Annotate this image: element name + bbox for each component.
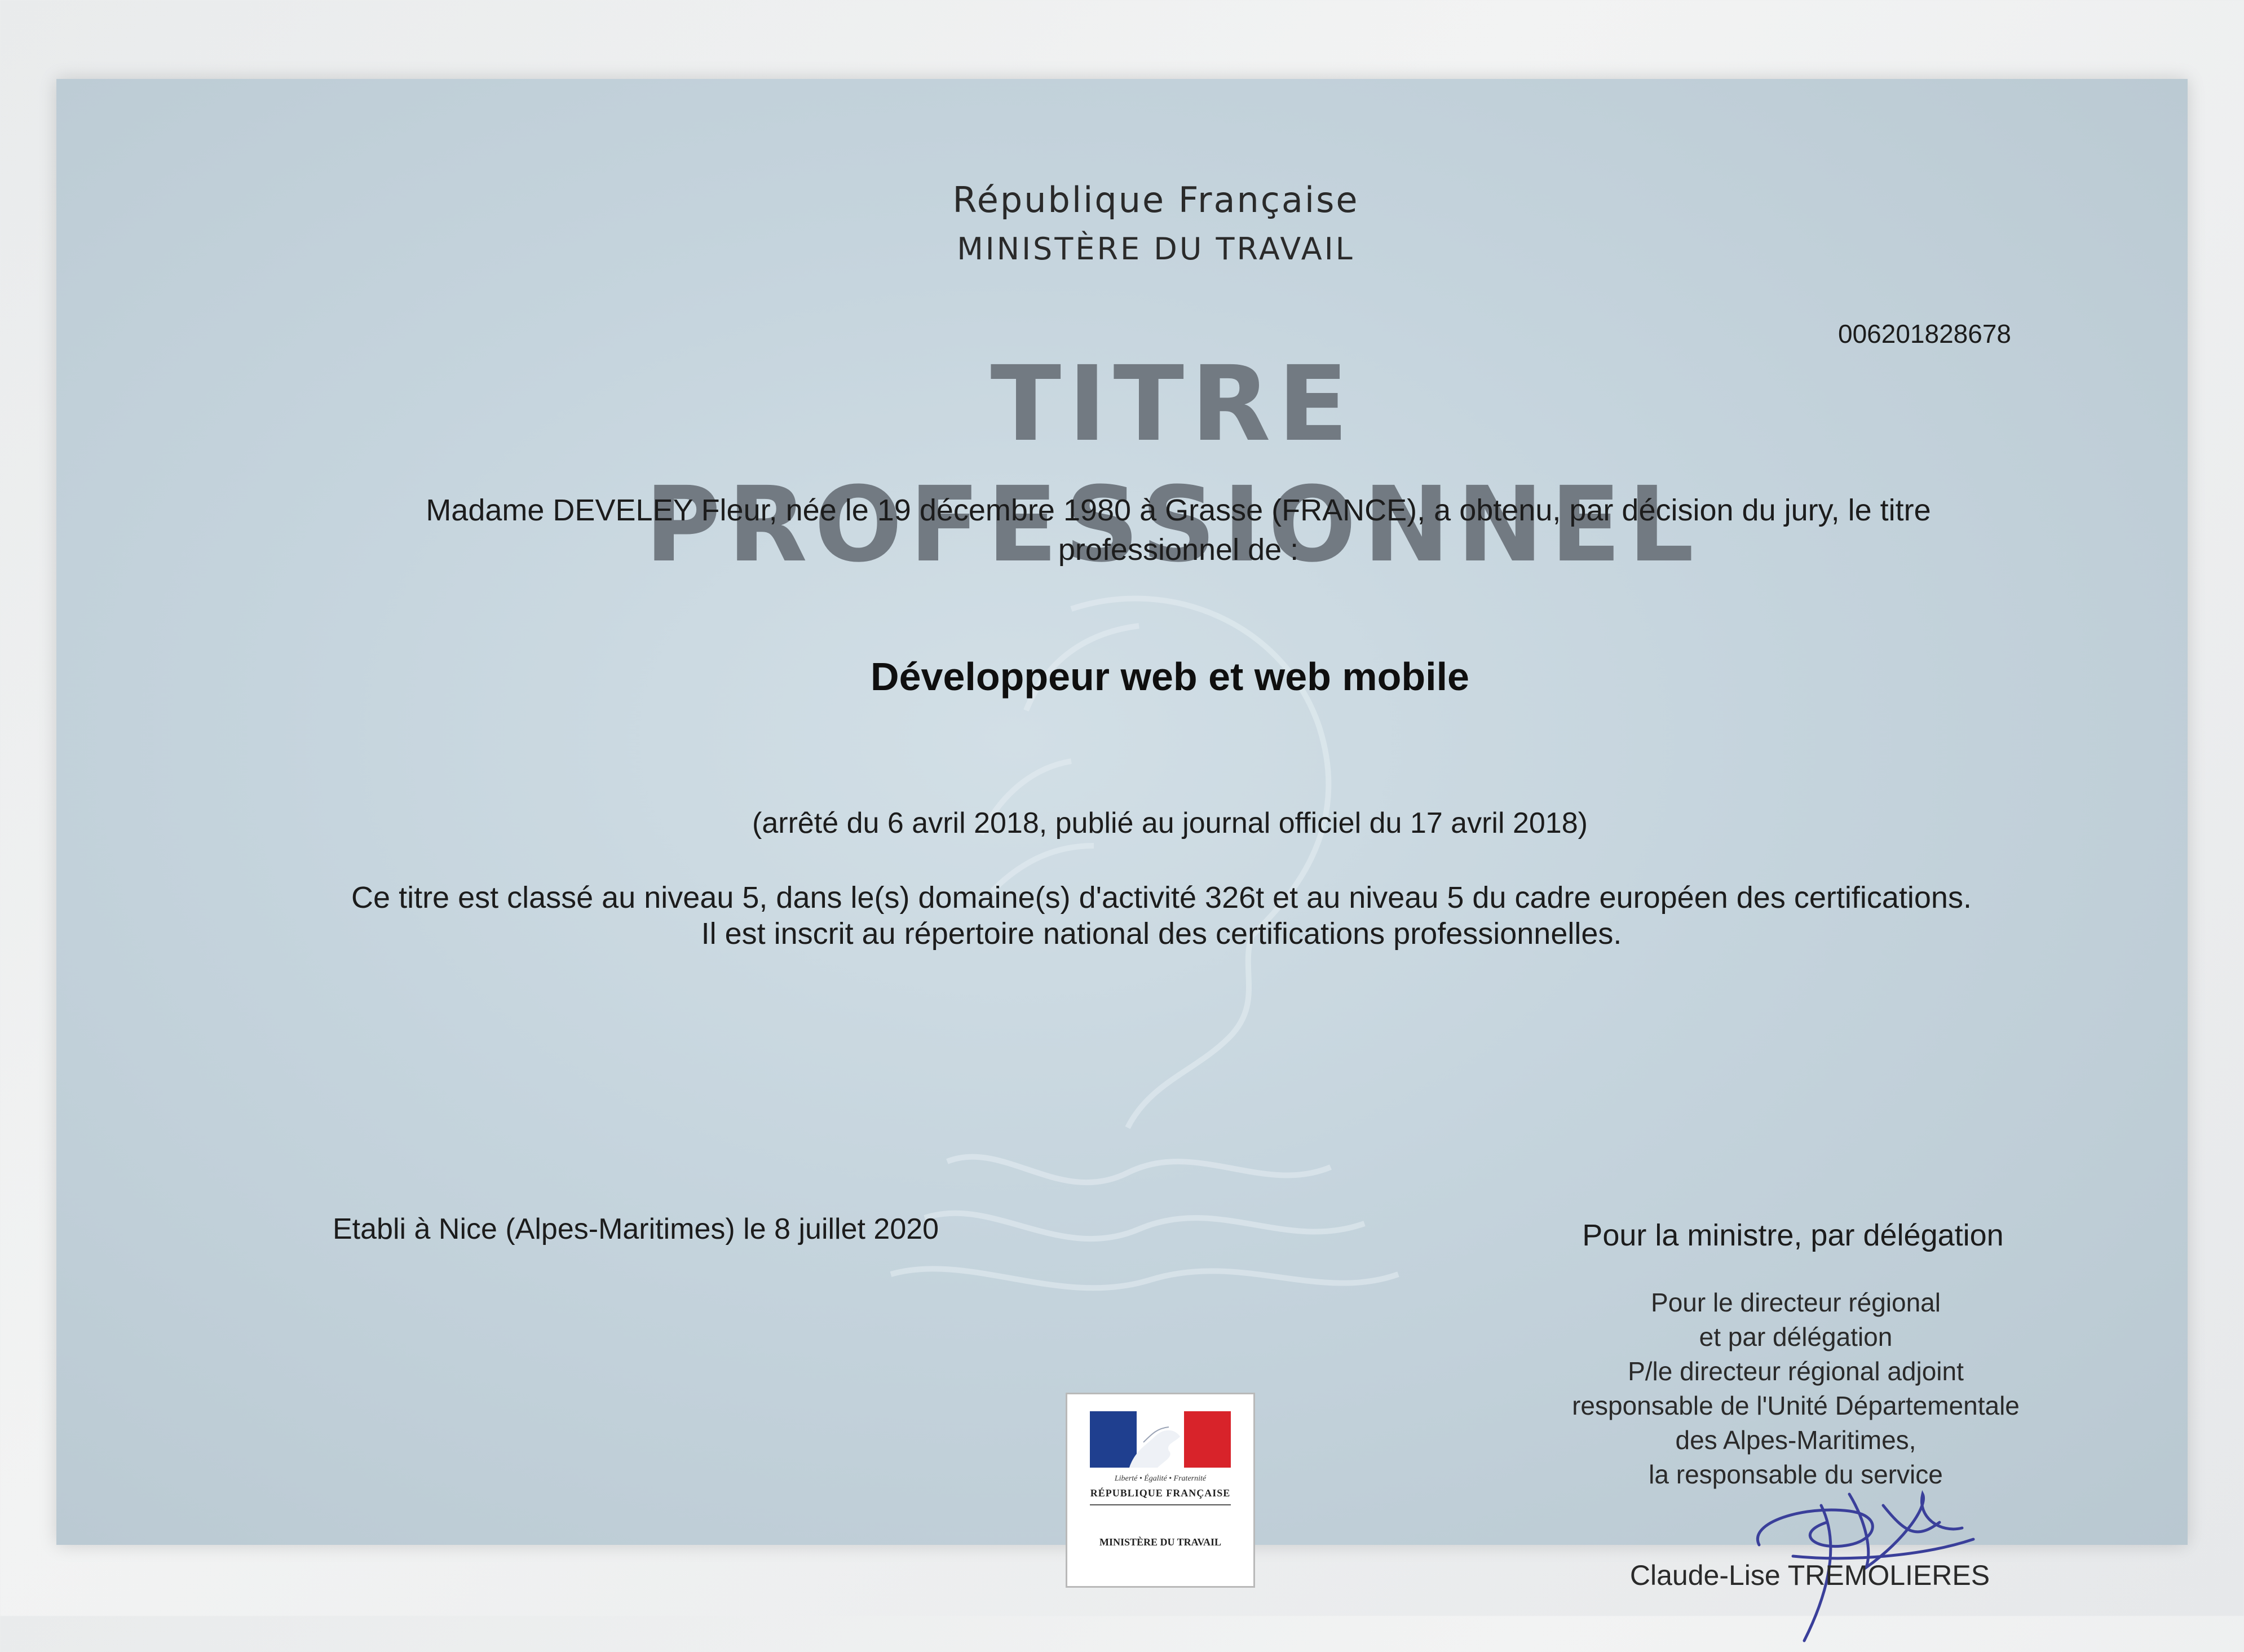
recipient-statement: Madame DEVELEY Fleur, née le 19 décembre…: [426, 493, 1931, 567]
republique-francaise-heading: République Française: [952, 179, 1359, 220]
certificate-number: 006201828678: [1838, 319, 2011, 348]
delegation-line: Pour le directeur régional: [1651, 1288, 1941, 1317]
arrete-reference: (arrêté du 6 avril 2018, publié au journ…: [752, 807, 1588, 840]
logo-republique: RÉPUBLIQUE FRANÇAISE: [1090, 1487, 1231, 1499]
marianne-flag-icon: [1090, 1411, 1231, 1468]
logo-motto: Liberté • Égalité • Fraternité: [1114, 1474, 1207, 1483]
classification-text: Ce titre est classé au niveau 5, dans le…: [282, 880, 2041, 952]
issued-place-date: Etabli à Nice (Alpes-Maritimes) le 8 jui…: [333, 1213, 939, 1245]
signatory-name: Claude-Lise TREMOLIERES: [1629, 1560, 1990, 1591]
certificate-document: République Française MINISTÈRE DU TRAVAI…: [56, 79, 2188, 1642]
delegation-line: P/le directeur régional adjoint: [1628, 1357, 1964, 1386]
delegation-line: responsable de l'Unité Départementale: [1572, 1391, 2020, 1420]
ministere-heading: MINISTÈRE DU TRAVAIL: [957, 231, 1355, 267]
logo-divider: [1090, 1504, 1231, 1505]
marianne-logo: Liberté • Égalité • Fraternité RÉPUBLIQU…: [1066, 1393, 1255, 1588]
delegation-line: des Alpes-Maritimes,: [1675, 1425, 1916, 1455]
qualification-title: Développeur web et web mobile: [871, 655, 1469, 699]
minister-delegation: Pour la ministre, par délégation: [1582, 1218, 2004, 1252]
classification-line-1: Ce titre est classé au niveau 5, dans le…: [351, 881, 1972, 915]
logo-ministere: MINISTÈRE DU TRAVAIL: [1099, 1536, 1222, 1548]
delegation-block: Pour le directeur régional et par déléga…: [1500, 1286, 2092, 1492]
classification-line-2: Il est inscrit au répertoire national de…: [701, 917, 1622, 951]
delegation-line: et par délégation: [1699, 1322, 1893, 1351]
